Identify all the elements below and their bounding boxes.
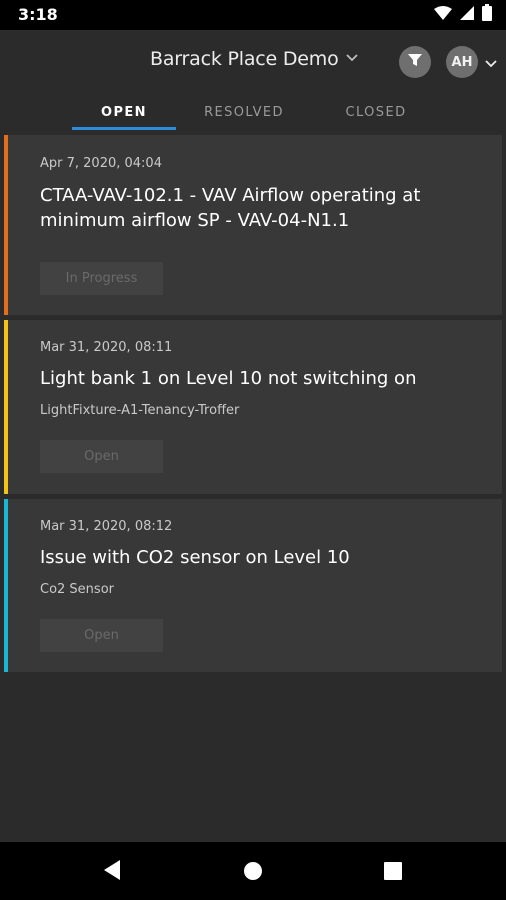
filter-button[interactable] <box>399 46 431 78</box>
signal-icon <box>460 5 474 25</box>
tab-resolved[interactable]: RESOLVED <box>194 92 294 132</box>
issue-asset: Co2 Sensor <box>40 582 114 597</box>
issue-date: Mar 31, 2020, 08:12 <box>40 519 173 534</box>
priority-stripe <box>4 499 8 672</box>
issue-card[interactable]: Apr 7, 2020, 04:04 CTAA-VAV-102.1 - VAV … <box>4 135 502 315</box>
tab-closed[interactable]: CLOSED <box>328 92 424 132</box>
home-icon[interactable] <box>243 861 263 886</box>
issue-title-line: Issue with CO2 sensor on Level 10 <box>40 547 350 568</box>
status-button[interactable]: Open <box>40 440 163 473</box>
project-title: Barrack Place Demo <box>150 48 339 70</box>
issue-date: Apr 7, 2020, 04:04 <box>40 156 162 171</box>
battery-icon <box>482 4 492 26</box>
status-time: 3:18 <box>18 5 58 24</box>
status-bar: 3:18 <box>0 0 506 30</box>
chevron-down-icon <box>345 50 359 68</box>
issue-title-line: CTAA-VAV-102.1 - VAV Airflow operating a… <box>40 185 421 206</box>
tab-indicator <box>72 127 176 130</box>
system-nav-bar <box>0 842 506 900</box>
recents-icon[interactable] <box>384 862 402 885</box>
issue-card[interactable]: Mar 31, 2020, 08:12 Issue with CO2 senso… <box>4 499 502 672</box>
status-button[interactable]: In Progress <box>40 262 163 295</box>
issue-card[interactable]: Mar 31, 2020, 08:11 Light bank 1 on Leve… <box>4 320 502 494</box>
issue-title: CTAA-VAV-102.1 - VAV Airflow operating a… <box>40 183 460 233</box>
status-button[interactable]: Open <box>40 619 163 652</box>
issue-title-line: Light bank 1 on Level 10 not switching o… <box>40 368 417 389</box>
filter-icon <box>407 52 423 73</box>
priority-stripe <box>4 320 8 494</box>
issue-title: Light bank 1 on Level 10 not switching o… <box>40 366 460 391</box>
priority-stripe <box>4 135 8 315</box>
avatar[interactable]: AH <box>446 46 478 78</box>
issue-asset: LightFixture-A1-Tenancy-Troffer <box>40 403 240 418</box>
project-selector[interactable]: Barrack Place Demo <box>150 48 359 70</box>
tab-open[interactable]: OPEN <box>72 92 176 132</box>
wifi-icon <box>434 5 452 25</box>
issue-title: Issue with CO2 sensor on Level 10 <box>40 545 460 570</box>
app-header: Barrack Place Demo AH <box>0 30 506 92</box>
status-icons <box>434 4 492 26</box>
issue-title-line: minimum airflow SP - VAV-04-N1.1 <box>40 210 350 231</box>
issue-date: Mar 31, 2020, 08:11 <box>40 340 173 355</box>
back-icon[interactable] <box>102 859 122 886</box>
chevron-down-icon[interactable] <box>484 56 498 74</box>
tab-bar: OPEN RESOLVED CLOSED <box>0 92 506 132</box>
